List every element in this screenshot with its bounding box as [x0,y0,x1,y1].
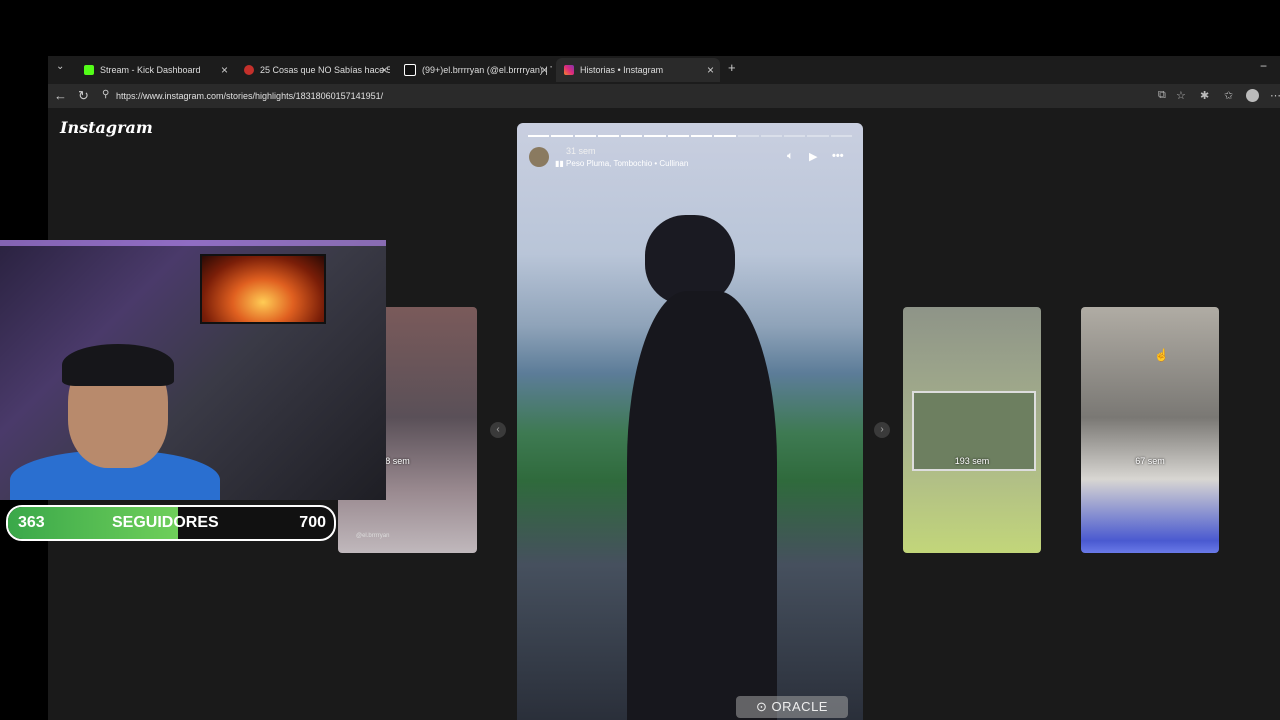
hand-cursor-icon: ☝ [1154,348,1169,362]
followers-current: 363 [18,514,45,531]
next-story-arrow-icon[interactable]: › [874,422,890,438]
followers-label: SEGUIDORES [112,514,219,531]
kick-icon [84,65,94,75]
preview-watermark: @el.brrrryan [356,533,390,539]
close-tab-icon[interactable]: × [381,63,388,77]
progress-segment [621,135,643,137]
story-viewer[interactable]: 31 sem ▮▮ Peso Pluma, Tombochio • Cullin… [517,123,863,720]
play-icon[interactable]: ▶ [809,150,817,163]
extensions-icon[interactable]: ✱ [1200,89,1209,102]
open-in-app-icon[interactable]: ⧉ [1158,89,1166,102]
instagram-logo[interactable]: Instagram [60,118,153,137]
story-music-label[interactable]: ▮▮ Peso Pluma, Tombochio • Cullinan [555,159,688,168]
streamer-cap [62,344,174,386]
followers-goal: 700 [299,514,326,531]
led-strip [0,240,386,246]
follower-goal-bar: 363 SEGUIDORES 700 [6,505,336,541]
location-pin-icon: ⊙ [756,699,772,714]
progress-segment [574,135,596,137]
story-options-icon[interactable]: ••• [832,150,844,162]
progress-segment [760,135,783,137]
refresh-icon[interactable]: ↻ [78,88,89,104]
tab-instagram-stories[interactable]: Historias • Instagram × [556,58,720,82]
progress-segment [690,135,713,137]
progress-segment [737,135,759,137]
tab-kick-dashboard[interactable]: Stream - Kick Dashboard × [76,58,234,82]
progress-segment [528,135,550,137]
close-tab-icon[interactable]: × [221,63,228,77]
previous-story-arrow-icon[interactable]: ‹ [490,422,506,438]
minimize-button[interactable]: − [1260,59,1267,73]
favorites-icon[interactable]: ✩ [1224,89,1233,102]
progress-segment [830,135,852,137]
tiktok-icon [404,64,416,76]
instagram-icon [564,65,574,75]
close-tab-icon[interactable]: × [707,63,714,77]
youtube-icon [244,65,254,75]
fireplace-tv [200,254,326,324]
story-timestamp: 31 sem [566,146,596,156]
progress-segment [551,135,573,137]
address-bar-row: ← ↻ ⚲ https://www.instagram.com/stories/… [48,84,1280,108]
story-progress-bar [528,135,852,137]
site-info-icon[interactable]: ⚲ [102,89,109,100]
location-sticker[interactable]: ⊙ ORACLE PARK [736,696,848,718]
progress-segment [714,135,736,137]
new-tab-plus-icon[interactable]: + [728,60,736,75]
profile-avatar-icon[interactable] [1246,89,1259,102]
preview-time: 67 sem [1135,456,1165,466]
tab-tiktok[interactable]: (99+)el.brrrryan (@el.brrrryan) | Tik × [396,58,554,82]
tab-bar: ⌄ Stream - Kick Dashboard × 25 Cosas que… [48,56,1280,84]
close-tab-icon[interactable]: × [541,63,548,77]
back-arrow-icon[interactable]: ← [54,88,67,103]
story-subject-body [627,291,777,720]
favorite-star-icon[interactable]: ☆ [1176,89,1186,102]
more-menu-icon[interactable]: ⋯ [1270,89,1280,102]
story-author-avatar[interactable] [529,147,549,167]
story-preview-right-1[interactable]: 193 sem [903,307,1041,553]
mute-speaker-icon[interactable]: 🔈︎ [787,150,794,163]
music-bars-icon: ▮▮ [555,159,567,168]
progress-segment [597,135,620,137]
progress-segment [667,135,689,137]
progress-segment [807,135,829,137]
tab-list-chevron-icon[interactable]: ⌄ [56,61,64,72]
progress-segment [644,135,666,137]
preview-time: 193 sem [954,456,990,466]
story-preview-right-2[interactable]: 67 sem [1081,307,1219,553]
tab-youtube-video[interactable]: 25 Cosas que NO Sabías hace 5 m × [236,58,394,82]
progress-segment [784,135,806,137]
webcam-overlay [0,240,386,500]
url-field[interactable]: https://www.instagram.com/stories/highli… [116,91,383,101]
